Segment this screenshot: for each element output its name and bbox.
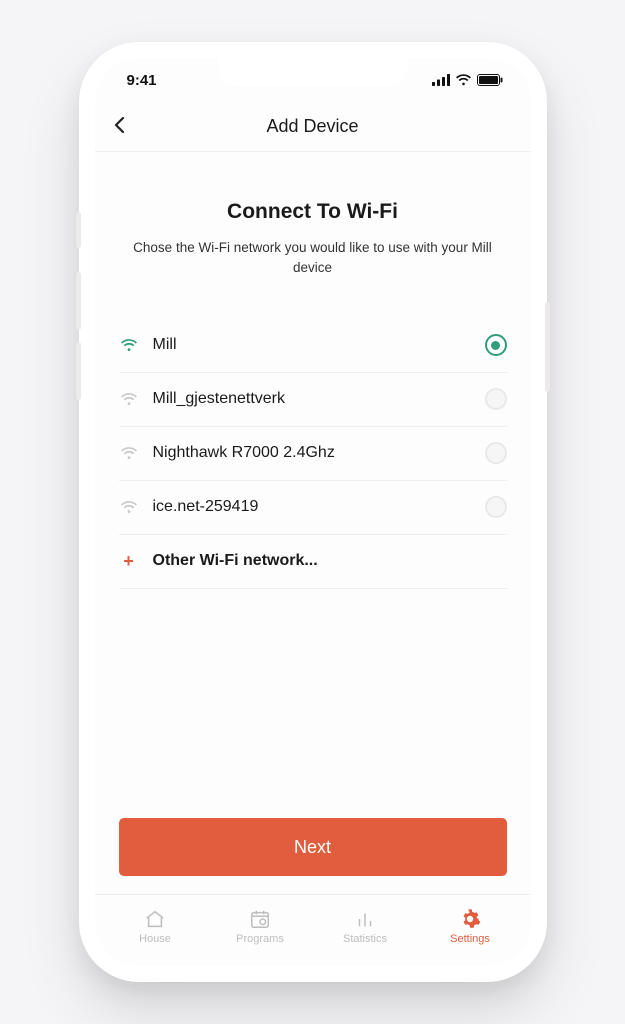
tab-label: Programs <box>236 933 284 945</box>
network-name: Mill_gjestenettverk <box>153 390 471 408</box>
wifi-icon <box>119 500 139 514</box>
wifi-icon <box>119 446 139 460</box>
wifi-icon <box>119 338 139 352</box>
next-button[interactable]: Next <box>119 818 507 876</box>
wifi-icon <box>119 392 139 406</box>
radio-unselected[interactable] <box>485 388 507 410</box>
other-network-row[interactable]: + Other Wi-Fi network... <box>119 535 507 589</box>
network-row-icenet[interactable]: ice.net-259419 <box>119 481 507 535</box>
house-icon <box>144 908 166 930</box>
phone-side-button <box>545 302 550 392</box>
status-icons <box>432 74 503 86</box>
app-header: Add Device <box>95 102 531 152</box>
network-row-gjestenettverk[interactable]: Mill_gjestenettverk <box>119 373 507 427</box>
other-network-label: Other Wi-Fi network... <box>153 552 507 570</box>
header-title: Add Device <box>266 116 358 137</box>
network-name: Mill <box>153 336 471 354</box>
bar-chart-icon <box>354 908 376 930</box>
back-button[interactable] <box>113 114 125 140</box>
content: Connect To Wi-Fi Chose the Wi-Fi network… <box>95 152 531 894</box>
tab-house[interactable]: House <box>103 908 208 945</box>
radio-selected[interactable] <box>485 334 507 356</box>
plus-icon: + <box>119 551 139 572</box>
radio-unselected[interactable] <box>485 496 507 518</box>
next-button-label: Next <box>294 837 331 858</box>
chevron-left-icon <box>113 116 125 134</box>
gear-icon <box>459 908 481 930</box>
spacer <box>119 589 507 819</box>
calendar-icon <box>249 908 271 930</box>
tab-label: House <box>139 933 171 945</box>
network-row-nighthawk[interactable]: Nighthawk R7000 2.4Ghz <box>119 427 507 481</box>
phone-volume-up <box>76 272 81 330</box>
network-name: ice.net-259419 <box>153 498 471 516</box>
phone-side-switch <box>76 212 81 248</box>
network-list: Mill Mill_gjestenettverk Nighthawk R7000… <box>119 319 507 589</box>
tab-settings[interactable]: Settings <box>418 908 523 945</box>
network-row-mill[interactable]: Mill <box>119 319 507 373</box>
tab-bar: House Programs Statistics Settings <box>95 894 531 966</box>
tab-label: Settings <box>450 933 490 945</box>
page-title: Connect To Wi-Fi <box>119 200 507 224</box>
tab-programs[interactable]: Programs <box>208 908 313 945</box>
tab-label: Statistics <box>343 933 387 945</box>
wifi-status-icon <box>455 74 472 86</box>
screen: 9:41 Add Device Connect To Wi-Fi Chose t… <box>95 58 531 966</box>
cellular-icon <box>432 74 450 86</box>
battery-icon <box>477 74 503 86</box>
phone-volume-down <box>76 342 81 400</box>
page-subtitle: Chose the Wi-Fi network you would like t… <box>119 238 507 279</box>
status-time: 9:41 <box>127 72 157 89</box>
network-name: Nighthawk R7000 2.4Ghz <box>153 444 471 462</box>
notch <box>218 58 408 86</box>
tab-statistics[interactable]: Statistics <box>313 908 418 945</box>
phone-frame: 9:41 Add Device Connect To Wi-Fi Chose t… <box>79 42 547 982</box>
radio-unselected[interactable] <box>485 442 507 464</box>
